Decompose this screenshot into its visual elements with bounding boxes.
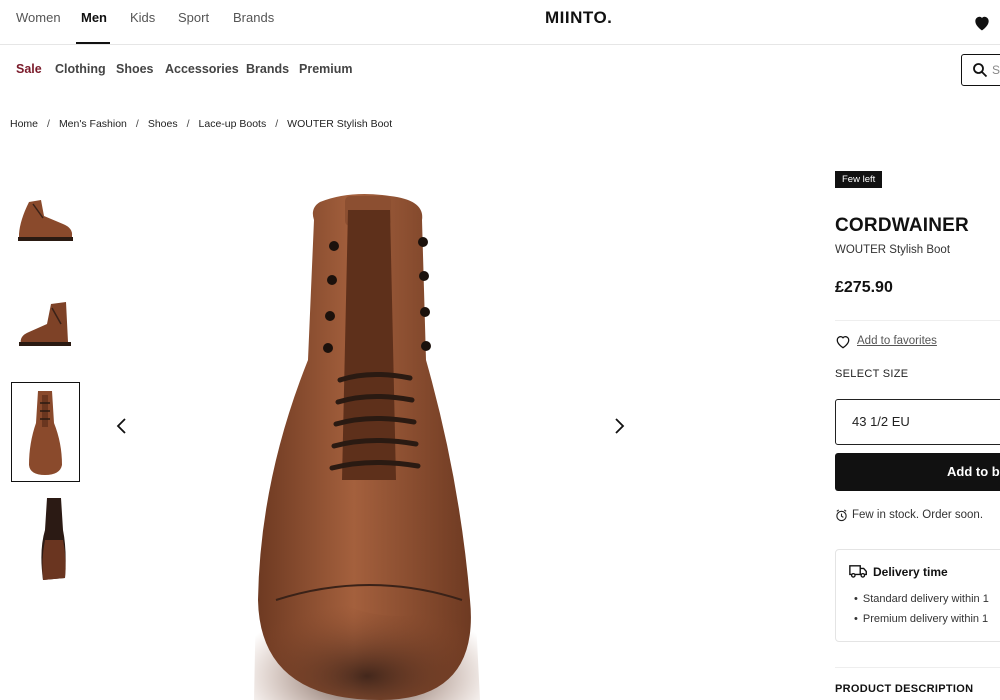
breadcrumb: Home / Men's Fashion / Shoes / Lace-up Boots / W… [10,118,393,130]
thumbnail-3-selected[interactable] [11,382,80,482]
cat-sale[interactable]: Sale [16,62,42,76]
cat-clothing[interactable]: Clothing [55,62,106,76]
add-to-bag-label: Add to ba [947,464,1000,479]
divider [835,320,1000,321]
selected-size: 43 1/2 EU [852,414,910,429]
search-placeholder: S [992,63,1000,77]
premium-delivery-item: Premium delivery within 1 [854,613,988,625]
thumbnail-2[interactable] [11,280,80,380]
thumbnail-4[interactable] [11,490,80,590]
product-description-heading[interactable]: PRODUCT DESCRIPTION [835,683,973,695]
nav-women[interactable]: Women [16,10,61,25]
cat-shoes[interactable]: Shoes [116,62,154,76]
nav-kids[interactable]: Kids [130,10,155,25]
product-brand[interactable]: CORDWAINER [835,215,969,237]
cat-brands[interactable]: Brands [246,62,289,76]
nav-men[interactable]: Men [81,10,107,25]
delivery-time-box: Delivery time Standard delivery within 1… [835,549,1000,642]
nav-sport[interactable]: Sport [178,10,209,25]
product-main-image[interactable] [230,180,520,700]
breadcrumb-current: WOUTER Stylish Boot [287,118,393,130]
previous-image-arrow-icon[interactable] [112,416,132,436]
alarm-clock-icon [836,509,847,522]
logo[interactable]: MIINTO. [545,8,612,28]
nav-brands[interactable]: Brands [233,10,274,25]
cat-premium[interactable]: Premium [299,62,353,76]
search-input[interactable]: S [961,54,1000,86]
add-to-favorites-label: Add to favorites [857,335,937,347]
product-name: WOUTER Stylish Boot [835,244,951,256]
thumbnail-1[interactable] [11,172,80,272]
delivery-time-title: Delivery time [873,565,948,579]
next-image-arrow-icon[interactable] [609,416,629,436]
standard-delivery-item: Standard delivery within 1 [854,593,989,605]
delivery-truck-icon [849,565,867,578]
breadcrumb-mens-fashion[interactable]: Men's Fashion [59,118,127,130]
nav-active-indicator [76,42,110,44]
cat-accessories[interactable]: Accessories [165,62,239,76]
breadcrumb-lace-up-boots[interactable]: Lace-up Boots [199,118,267,130]
stock-note-text: Few in stock. Order soon. [852,509,984,521]
heart-icon[interactable] [972,13,992,33]
top-nav: Women Men Kids Sport Brands MIINTO. [0,0,1000,45]
product-price: £275.90 [835,279,893,296]
divider [835,667,1000,668]
breadcrumb-shoes[interactable]: Shoes [148,118,178,130]
select-size-label: SELECT SIZE [835,368,909,380]
size-select[interactable]: 43 1/2 EU [835,399,1000,445]
breadcrumb-home[interactable]: Home [10,118,38,130]
few-left-badge: Few left [835,171,883,188]
add-to-bag-button[interactable]: Add to ba [835,453,1000,491]
heart-outline-icon [836,335,850,349]
search-icon [973,63,988,78]
